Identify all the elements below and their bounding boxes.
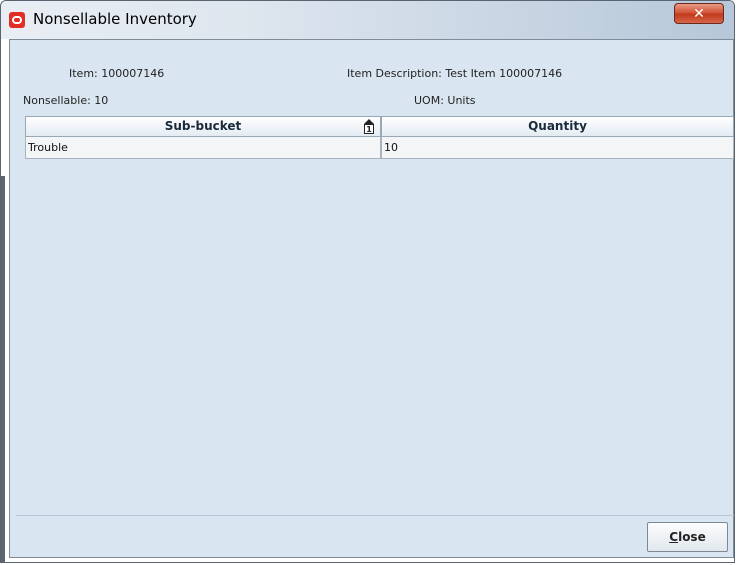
close-button[interactable]: Close xyxy=(647,522,728,552)
item-description-label: Item Description: xyxy=(347,67,442,80)
item-field: Item: 100007146 xyxy=(69,67,164,80)
column-header-sub-bucket[interactable]: Sub-bucket 1 xyxy=(25,116,381,137)
window-close-button[interactable]: ✕ xyxy=(674,3,724,24)
nonsellable-field: Nonsellable: 10 xyxy=(23,94,108,107)
table-cell-quantity[interactable]: 10 xyxy=(381,137,734,159)
dialog-window: Nonsellable Inventory ✕ Item: 100007146 … xyxy=(0,0,735,563)
oracle-logo-icon xyxy=(9,12,25,28)
item-value: 100007146 xyxy=(101,67,165,80)
item-label: Item: xyxy=(69,67,98,80)
uom-field: UOM: Units xyxy=(414,94,476,107)
nonsellable-label: Nonsellable: xyxy=(23,94,91,107)
footer-divider xyxy=(16,515,734,516)
window-title: Nonsellable Inventory xyxy=(33,10,197,28)
close-button-label: lose xyxy=(678,530,706,544)
item-description-field: Item Description: Test Item 100007146 xyxy=(347,67,562,80)
close-button-mnemonic: C xyxy=(669,530,679,544)
column-header-label: Quantity xyxy=(528,119,587,133)
sort-ascending-icon[interactable]: 1 xyxy=(363,119,375,134)
uom-label: UOM: xyxy=(414,94,444,107)
column-header-quantity[interactable]: Quantity xyxy=(381,116,734,137)
title-bar[interactable]: Nonsellable Inventory ✕ xyxy=(1,1,734,39)
column-header-label: Sub-bucket xyxy=(164,119,242,133)
uom-value: Units xyxy=(447,94,476,107)
item-description-value: Test Item 100007146 xyxy=(445,67,563,80)
sort-order-label: 1 xyxy=(366,125,372,134)
nonsellable-value: 10 xyxy=(94,94,109,107)
window-left-edge xyxy=(1,176,5,562)
table-cell-sub-bucket[interactable]: Trouble xyxy=(25,137,381,159)
